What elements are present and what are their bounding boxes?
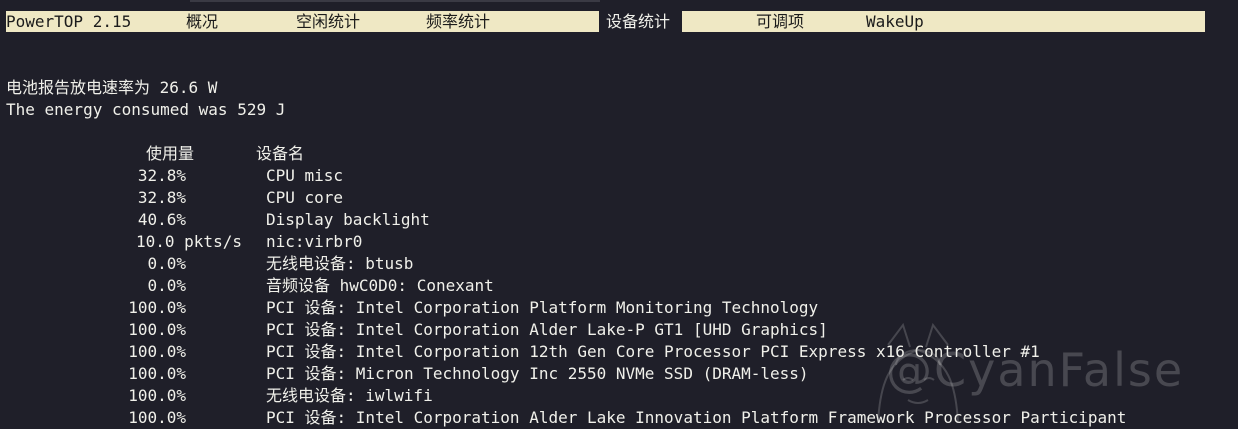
device-usage-value: 0.0% (147, 254, 186, 273)
device-usage-value: 100.0% (128, 320, 186, 339)
tab-bar: PowerTOP 2.15 概况 空闲统计 频率统计 设备统计 可调项 Wake… (6, 11, 1205, 32)
device-name: PCI 设备: Intel Corporation Alder Lake-P G… (266, 320, 828, 339)
device-usage-value: 100.0% (128, 342, 186, 361)
tab-powertop-version[interactable]: PowerTOP 2.15 (6, 11, 131, 32)
device-name: PCI 设备: Micron Technology Inc 2550 NVMe … (266, 364, 809, 383)
device-name: PCI 设备: Intel Corporation Platform Monit… (266, 298, 819, 317)
device-name: CPU core (266, 188, 344, 207)
tab-device-stats[interactable]: 设备统计 (599, 11, 683, 32)
device-usage-value: 100.0% (128, 386, 186, 405)
tab-overview[interactable]: 概况 (186, 11, 218, 32)
device-name: nic:virbr0 (266, 232, 363, 251)
device-name: CPU misc (266, 166, 344, 185)
device-usage-value: 32.8% (137, 188, 186, 207)
tab-wakeup[interactable]: WakeUp (866, 11, 924, 32)
device-name: 无线电设备: iwlwifi (266, 386, 433, 405)
device-name: PCI 设备: Intel Corporation Alder Lake Inn… (266, 408, 1127, 427)
battery-discharge-rate: 电池报告放电速率为 26.6 W (6, 78, 218, 97)
tab-tunables[interactable]: 可调项 (756, 11, 804, 32)
device-usage-value: 100.0% (128, 298, 186, 317)
device-name: PCI 设备: Intel Corporation 12th Gen Core … (266, 342, 1040, 361)
device-usage-value: 40.6% (137, 210, 186, 229)
device-usage-value: 0.0% (147, 276, 186, 295)
tab-idle-stats[interactable]: 空闲统计 (296, 11, 360, 32)
device-name: 无线电设备: btusb (266, 254, 414, 273)
device-usage-value: 100.0% (128, 408, 186, 427)
energy-consumed: The energy consumed was 529 J (6, 100, 286, 119)
device-name: Display backlight (266, 210, 430, 229)
device-name-column-header: 设备名 (256, 144, 305, 163)
usage-column-header: 使用量 (146, 144, 195, 163)
top-divider (190, 0, 600, 2)
device-usage-value: 32.8% (137, 166, 186, 185)
tab-frequency-stats[interactable]: 频率统计 (426, 11, 490, 32)
device-usage-value: 100.0% (128, 364, 186, 383)
device-name: 音频设备 hwC0D0: Conexant (266, 276, 494, 295)
device-usage-value: 10.0 pkts/s (136, 232, 242, 251)
